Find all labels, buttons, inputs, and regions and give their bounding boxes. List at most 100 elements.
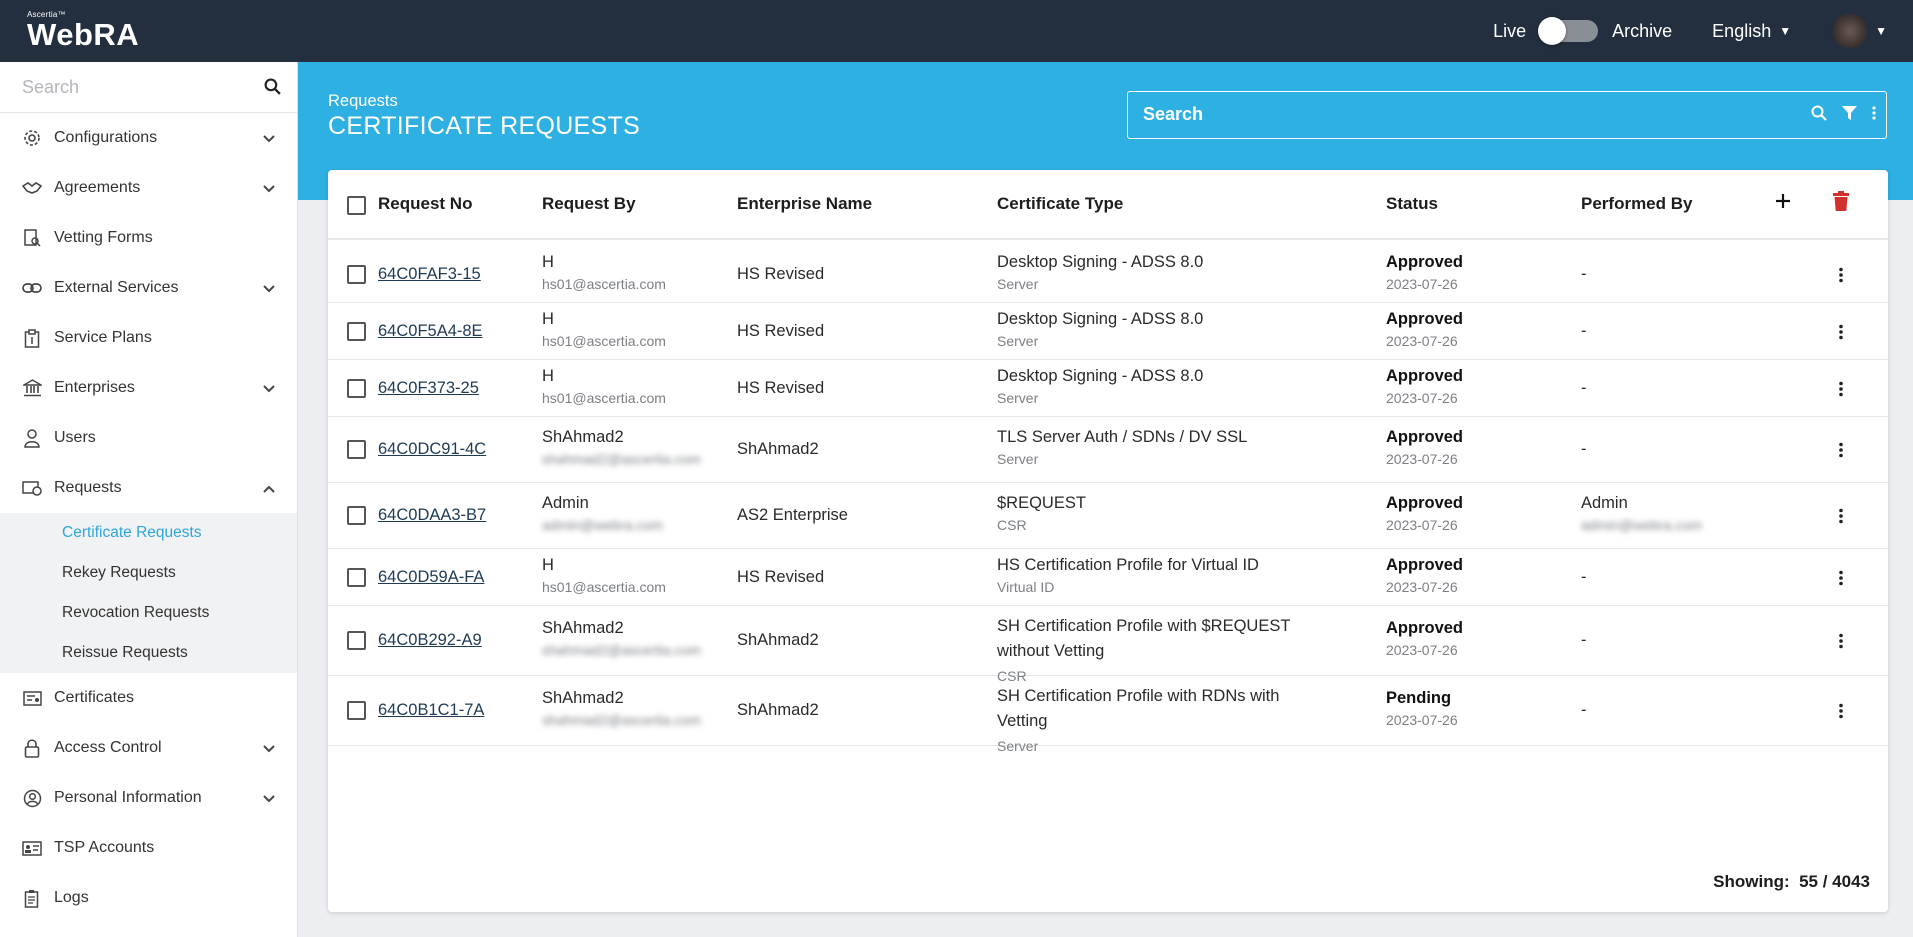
row-actions-icon[interactable] [1839, 633, 1843, 654]
row-actions-icon[interactable] [1839, 267, 1843, 288]
caret-down-icon: ▼ [1779, 24, 1792, 38]
row-checkbox[interactable] [347, 440, 366, 459]
status-date: 2023-07-26 [1386, 332, 1458, 349]
request-number-link[interactable]: 64C0DAA3-B7 [378, 506, 486, 524]
column-header[interactable]: Performed By [1581, 194, 1692, 214]
request-number-link[interactable]: 64C0F5A4-8E [378, 322, 483, 340]
table-row[interactable]: 64C0B1C1-7A ShAhmad2 shahmad2@ascertia.com… [328, 676, 1888, 754]
sidebar-item-users[interactable]: Users [0, 413, 297, 463]
breadcrumb[interactable]: Requests [328, 92, 398, 111]
add-request-button[interactable] [1774, 192, 1792, 215]
brand-name: WebRA [27, 17, 140, 52]
row-checkbox[interactable] [347, 321, 366, 341]
sidebar-subitem-reissue-requests[interactable]: Reissue Requests [0, 633, 297, 673]
row-actions-icon[interactable] [1839, 508, 1843, 529]
chevron-up-icon[interactable] [263, 480, 275, 498]
sidebar-item-label: Personal Information [54, 789, 202, 806]
user-menu[interactable]: ▼ [1833, 14, 1887, 48]
sidebar-item-label: Service Plans [54, 329, 152, 346]
bank-icon [22, 378, 42, 398]
column-header[interactable]: Request By [542, 194, 636, 214]
sidebar-item-access-control[interactable]: Access Control [0, 723, 297, 773]
sidebar-item-personal-information[interactable]: Personal Information [0, 773, 297, 823]
column-header[interactable]: Enterprise Name [737, 194, 872, 214]
sidebar-search-input[interactable] [0, 62, 240, 112]
table-row[interactable]: 64C0F5A4-8E Hhs01@ascertia.com HS Revised D… [328, 303, 1888, 360]
select-all-checkbox[interactable] [347, 196, 366, 215]
request-number-link[interactable]: 64C0B1C1-7A [378, 701, 484, 719]
request-number-link[interactable]: 64C0DC91-4C [378, 440, 486, 458]
table-row[interactable]: 64C0DC91-4C ShAhmad2 shahmad2@ascertia.com… [328, 417, 1888, 483]
delete-icon[interactable] [1832, 191, 1850, 216]
request-number-link[interactable]: 64C0B292-A9 [378, 631, 482, 649]
sidebar-item-enterprises[interactable]: Enterprises [0, 363, 297, 413]
sidebar-item-label: Users [54, 429, 96, 446]
search-icon[interactable] [1811, 105, 1827, 126]
table-row[interactable]: 64C0FAF3-15 Hhs01@ascertia.com HS Revised D… [328, 246, 1888, 303]
sidebar-item-certificates[interactable]: Certificates [0, 673, 297, 723]
language-label: English [1712, 20, 1772, 41]
sidebar-item-vetting-forms[interactable]: Vetting Forms [0, 213, 297, 263]
sidebar-item-logs[interactable]: Logs [0, 873, 297, 923]
chevron-down-icon[interactable] [263, 130, 275, 148]
link-icon [22, 278, 42, 298]
column-header[interactable]: Status [1386, 194, 1438, 214]
column-header[interactable]: Request No [378, 194, 472, 214]
sidebar-item-requests[interactable]: Requests [0, 463, 297, 513]
request-number-link[interactable]: 64C0D59A-FA [378, 568, 484, 586]
table-row[interactable]: 64C0F373-25 Hhs01@ascertia.com HS Revised D… [328, 360, 1888, 417]
requester-email: shahmad2@ascertia.com [542, 451, 701, 467]
enterprise-name: HS Revised [737, 321, 825, 340]
row-checkbox[interactable] [347, 264, 366, 284]
chevron-down-icon[interactable] [263, 280, 275, 298]
row-actions-icon[interactable] [1839, 381, 1843, 402]
row-checkbox[interactable] [347, 701, 366, 720]
table-row[interactable]: 64C0D59A-FA Hhs01@ascertia.com HS Revised H… [328, 549, 1888, 606]
certificate-icon [22, 688, 42, 708]
row-checkbox[interactable] [347, 378, 366, 398]
sidebar: Configurations Agreements Vetting Forms Ext… [0, 62, 298, 937]
language-selector[interactable]: English ▼ [1712, 21, 1791, 42]
sidebar-item-tsp-accounts[interactable]: TSP Accounts [0, 823, 297, 873]
row-actions-icon[interactable] [1839, 570, 1843, 591]
sidebar-item-service-plans[interactable]: Service Plans [0, 313, 297, 363]
sidebar-subitem-certificate-requests[interactable]: Certificate Requests [0, 513, 297, 553]
filter-icon[interactable] [1841, 105, 1858, 126]
performed-by: - [1581, 440, 1587, 458]
chevron-down-icon[interactable] [263, 380, 275, 398]
chevron-down-icon[interactable] [263, 790, 275, 808]
main-search [1127, 91, 1887, 139]
request-number-link[interactable]: 64C0FAF3-15 [378, 265, 481, 283]
column-header[interactable]: Certificate Type [997, 194, 1123, 214]
sidebar-item-agreements[interactable]: Agreements [0, 163, 297, 213]
table-row[interactable]: 64C0DAA3-B7 Admin admin@webra.com AS2 Enter… [328, 483, 1888, 549]
search-icon[interactable] [264, 78, 281, 100]
certificate-type: Desktop Signing - ADSS 8.0 [997, 252, 1204, 271]
certificate-subtype: Server [997, 275, 1039, 292]
more-vertical-icon[interactable] [1872, 105, 1876, 126]
row-actions-icon[interactable] [1839, 324, 1843, 345]
row-actions-icon[interactable] [1839, 442, 1843, 463]
status-date: 2023-07-26 [1386, 451, 1458, 467]
sidebar-item-label: TSP Accounts [54, 839, 155, 856]
sidebar-item-configurations[interactable]: Configurations [0, 113, 297, 163]
sidebar-subitem-revocation-requests[interactable]: Revocation Requests [0, 593, 297, 633]
performed-by: - [1581, 321, 1587, 340]
main-search-input[interactable] [1128, 92, 1768, 137]
row-checkbox[interactable] [347, 631, 366, 650]
sidebar-item-external-services[interactable]: External Services [0, 263, 297, 313]
row-checkbox[interactable] [347, 506, 366, 525]
chevron-down-icon[interactable] [263, 180, 275, 198]
row-checkbox[interactable] [347, 567, 366, 587]
performed-by: - [1581, 567, 1587, 586]
chevron-down-icon[interactable] [263, 740, 275, 758]
sidebar-subitem-rekey-requests[interactable]: Rekey Requests [0, 553, 297, 593]
performed-by: - [1581, 264, 1587, 283]
brand-logo[interactable]: Ascertia™ WebRA [27, 10, 139, 53]
live-archive-toggle[interactable] [1538, 17, 1599, 45]
table-row[interactable]: 64C0B292-A9 ShAhmad2 shahmad2@ascertia.com… [328, 606, 1888, 684]
requests-submenu: Certificate Requests Rekey Requests Revoca… [0, 513, 297, 673]
request-number-link[interactable]: 64C0F373-25 [378, 379, 479, 397]
enterprise-name: ShAhmad2 [737, 631, 819, 649]
row-actions-icon[interactable] [1839, 703, 1843, 724]
